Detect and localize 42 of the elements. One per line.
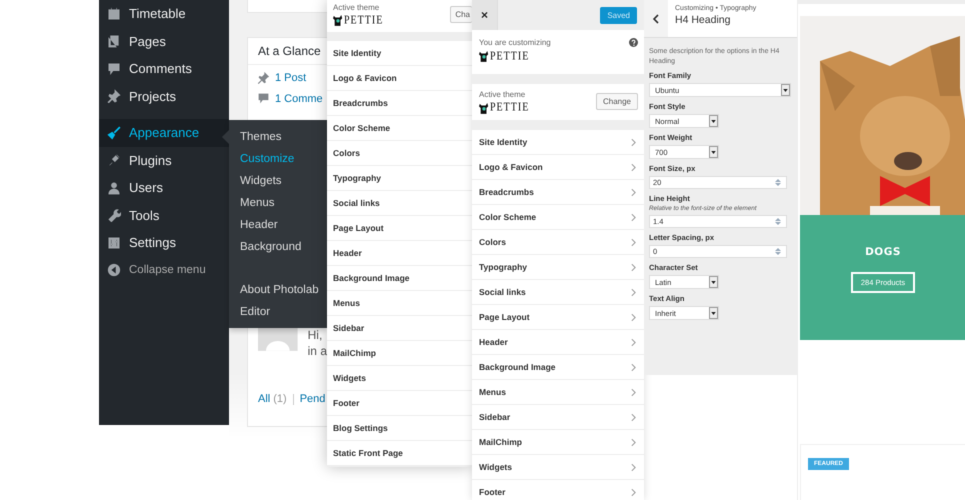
section-item[interactable]: Footer bbox=[472, 480, 644, 500]
change-button[interactable]: Change bbox=[596, 93, 638, 110]
menu-item[interactable]: Timetable bbox=[99, 0, 229, 28]
section-item[interactable]: MailChimp bbox=[472, 430, 644, 455]
submenu-item[interactable]: Widgets bbox=[240, 170, 327, 192]
filter-link[interactable]: Pend bbox=[300, 393, 326, 405]
active-theme-label: Active theme bbox=[479, 90, 526, 98]
comment-text: in a bbox=[308, 343, 327, 359]
menu-item[interactable]: Users bbox=[99, 174, 229, 202]
submenu-item[interactable]: Customize bbox=[240, 148, 327, 170]
menu-item[interactable]: Comments bbox=[99, 55, 229, 82]
menu-item[interactable]: Projects bbox=[99, 82, 229, 110]
collapse-menu-button[interactable]: Collapse menu bbox=[99, 256, 229, 284]
menu-item[interactable]: Pages bbox=[99, 28, 229, 55]
section-item[interactable]: Sidebar bbox=[472, 405, 644, 430]
menu-item[interactable]: Settings bbox=[99, 229, 229, 256]
filter-link[interactable]: All bbox=[258, 393, 270, 405]
section-item[interactable]: Background Image bbox=[472, 355, 644, 380]
active-theme-label: Active theme bbox=[333, 3, 380, 12]
site-logo: PETTIE bbox=[479, 50, 551, 62]
menu-item[interactable]: Tools bbox=[99, 202, 229, 229]
menu-item[interactable]: Plugins bbox=[99, 146, 229, 174]
change-button[interactable]: Cha bbox=[450, 6, 472, 23]
panel-title: H4 Heading bbox=[675, 14, 732, 26]
stat-link[interactable]: 1 Post bbox=[275, 72, 306, 84]
submenu-item[interactable]: Editor bbox=[240, 301, 327, 323]
count-text: (1) bbox=[273, 393, 287, 405]
comment-text: Hi, bbox=[308, 327, 324, 343]
section-item[interactable]: Menus bbox=[472, 380, 644, 405]
submenu-item[interactable]: Menus bbox=[240, 192, 327, 214]
close-button[interactable]: × bbox=[472, 0, 498, 30]
theme-logo: PETTIE bbox=[479, 102, 530, 114]
customizing-label: You are customizing bbox=[479, 38, 551, 47]
submenu-item[interactable]: About Photolab bbox=[240, 279, 327, 301]
submenu-item[interactable]: Background bbox=[240, 236, 327, 258]
menu-item[interactable]: Appearance bbox=[99, 119, 229, 146]
submenu-item[interactable]: Themes bbox=[240, 126, 327, 148]
submenu-item[interactable]: Header bbox=[240, 214, 327, 236]
category-title: DOGS bbox=[865, 246, 901, 258]
section-item[interactable]: Widgets bbox=[472, 455, 644, 480]
theme-logo: PETTIE bbox=[333, 14, 384, 26]
stat-link[interactable]: 1 Comme bbox=[275, 92, 323, 104]
